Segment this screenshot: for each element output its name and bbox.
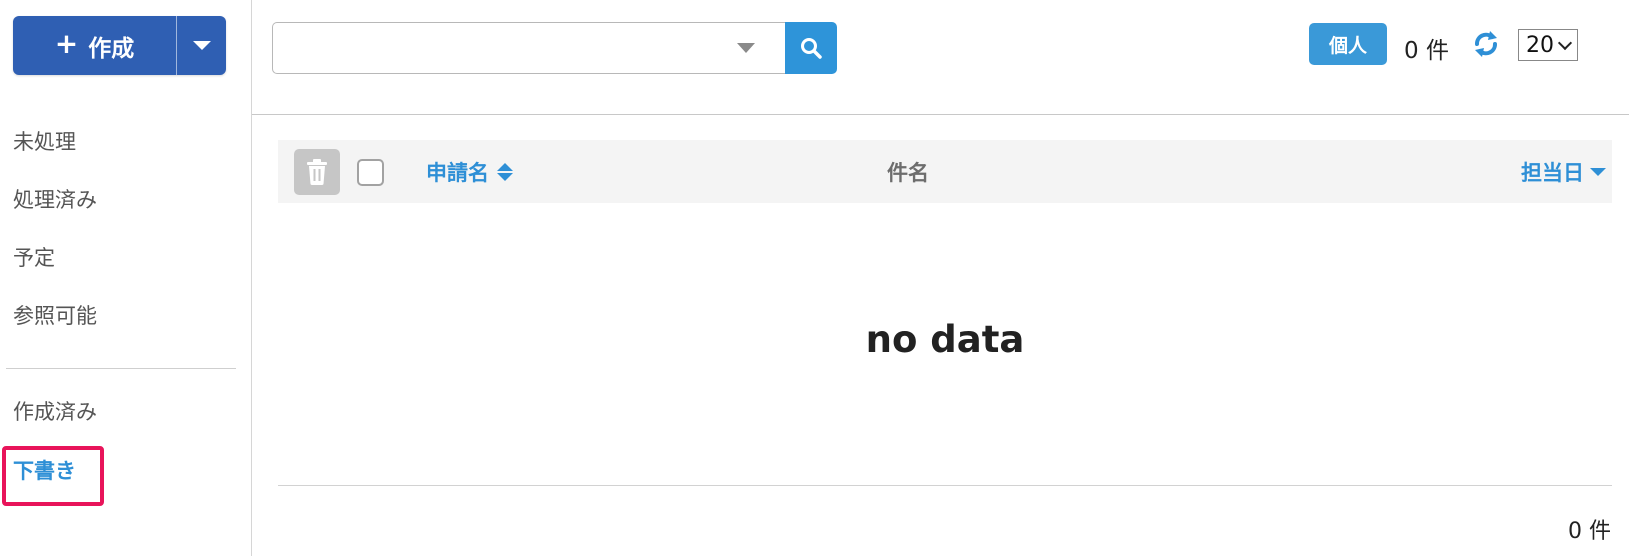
create-button[interactable]: + 作成 bbox=[13, 16, 176, 75]
column-label: 申請名 bbox=[426, 161, 489, 185]
toolbar: 個人 0 件 20 bbox=[252, 0, 1629, 115]
empty-state-message: no data bbox=[865, 318, 1025, 361]
sidebar-divider bbox=[6, 368, 236, 369]
per-page-value: 20 bbox=[1526, 32, 1554, 58]
sidebar-item-created[interactable]: 作成済み bbox=[13, 396, 97, 426]
refresh-icon[interactable] bbox=[1472, 28, 1500, 64]
caret-down-icon bbox=[192, 41, 211, 50]
table-header: 申請名 件名 担当日 bbox=[278, 140, 1612, 203]
search-combobox[interactable] bbox=[272, 22, 785, 74]
create-button-group: + 作成 bbox=[13, 16, 226, 75]
trash-icon bbox=[307, 159, 327, 185]
column-header-subject: 件名 bbox=[887, 161, 929, 185]
search-icon bbox=[801, 38, 822, 59]
scope-badge[interactable]: 個人 bbox=[1309, 23, 1387, 65]
column-header-date[interactable]: 担当日 bbox=[1521, 157, 1606, 187]
sidebar: + 作成 未処理 処理済み 予定 参照可能 作成済み 下書き bbox=[0, 0, 252, 556]
sort-icon bbox=[497, 163, 513, 181]
per-page-select[interactable]: 20 bbox=[1518, 29, 1578, 61]
table-bottom-divider bbox=[278, 485, 1612, 486]
sidebar-item-scheduled[interactable]: 予定 bbox=[13, 242, 55, 272]
sidebar-item-viewable[interactable]: 参照可能 bbox=[13, 300, 97, 330]
sidebar-item-drafts[interactable]: 下書き bbox=[13, 455, 76, 485]
result-count: 0 件 bbox=[1404, 38, 1449, 64]
sidebar-item-processed[interactable]: 処理済み bbox=[13, 184, 97, 214]
footer-count: 0 件 bbox=[1568, 519, 1611, 544]
column-header-application[interactable]: 申請名 bbox=[426, 157, 513, 187]
delete-button[interactable] bbox=[294, 149, 340, 195]
plus-icon: + bbox=[54, 27, 79, 60]
sort-down-icon bbox=[1590, 168, 1606, 176]
select-all-checkbox[interactable] bbox=[357, 159, 384, 186]
sidebar-item-unprocessed[interactable]: 未処理 bbox=[13, 126, 76, 156]
create-dropdown-button[interactable] bbox=[177, 16, 226, 75]
caret-down-icon[interactable] bbox=[737, 43, 755, 53]
search-button[interactable] bbox=[785, 22, 837, 74]
column-label: 担当日 bbox=[1521, 161, 1584, 185]
create-button-label: 作成 bbox=[88, 35, 135, 62]
chevron-down-icon bbox=[1557, 35, 1573, 50]
